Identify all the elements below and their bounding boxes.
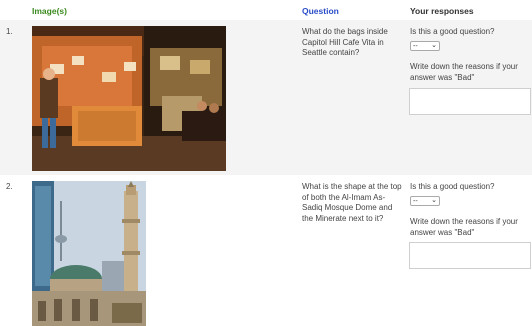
good-question-label: Is this a good question? bbox=[410, 182, 495, 191]
good-question-select[interactable]: -- ⌄ bbox=[410, 41, 440, 51]
question-text: What do the bags inside Capitol Hill Caf… bbox=[302, 27, 402, 59]
mosque-image bbox=[32, 181, 146, 326]
chevron-down-icon: ⌄ bbox=[431, 197, 437, 204]
question-line: Sadiq Mosque Dome and bbox=[302, 203, 393, 212]
select-value: -- bbox=[413, 43, 418, 50]
select-value: -- bbox=[413, 198, 418, 205]
reason-line: Write down the reasons if your bbox=[410, 217, 518, 226]
chevron-down-icon: ⌄ bbox=[431, 42, 437, 49]
row-number: 2. bbox=[6, 182, 13, 191]
table-row: 1. What do the bags inside Capitol Hill … bbox=[0, 20, 532, 176]
question-line: What is the shape at the top bbox=[302, 182, 402, 191]
table-row: 2. What is the shape at the top of both … bbox=[0, 175, 532, 326]
reason-line: answer was "Bad" bbox=[410, 227, 475, 237]
reason-line: Write down the reasons if your bbox=[410, 62, 518, 71]
reason-line: answer was "Bad" bbox=[410, 72, 475, 82]
reason-textarea[interactable] bbox=[409, 242, 531, 269]
row-number: 1. bbox=[6, 27, 13, 36]
question-line: Capitol Hill Cafe Vita in bbox=[302, 37, 384, 47]
reason-label: Write down the reasons if your answer wa… bbox=[410, 62, 528, 83]
header-question: Question bbox=[302, 6, 339, 16]
reason-label: Write down the reasons if your answer wa… bbox=[410, 217, 528, 238]
header-images: Image(s) bbox=[32, 6, 67, 16]
question-line: What do the bags inside bbox=[302, 27, 388, 36]
cafe-image bbox=[32, 26, 226, 171]
question-line: of both the Al-Imam As- bbox=[302, 192, 386, 202]
question-line: the Minerate next to it? bbox=[302, 213, 384, 223]
question-text: What is the shape at the top of both the… bbox=[302, 182, 402, 224]
reason-textarea[interactable] bbox=[409, 88, 531, 115]
header-responses: Your responses bbox=[410, 6, 474, 16]
table-header: Image(s) Question Your responses bbox=[0, 0, 532, 21]
question-line: Seattle contain? bbox=[302, 48, 360, 57]
good-question-label: Is this a good question? bbox=[410, 27, 495, 36]
good-question-select[interactable]: -- ⌄ bbox=[410, 196, 440, 206]
